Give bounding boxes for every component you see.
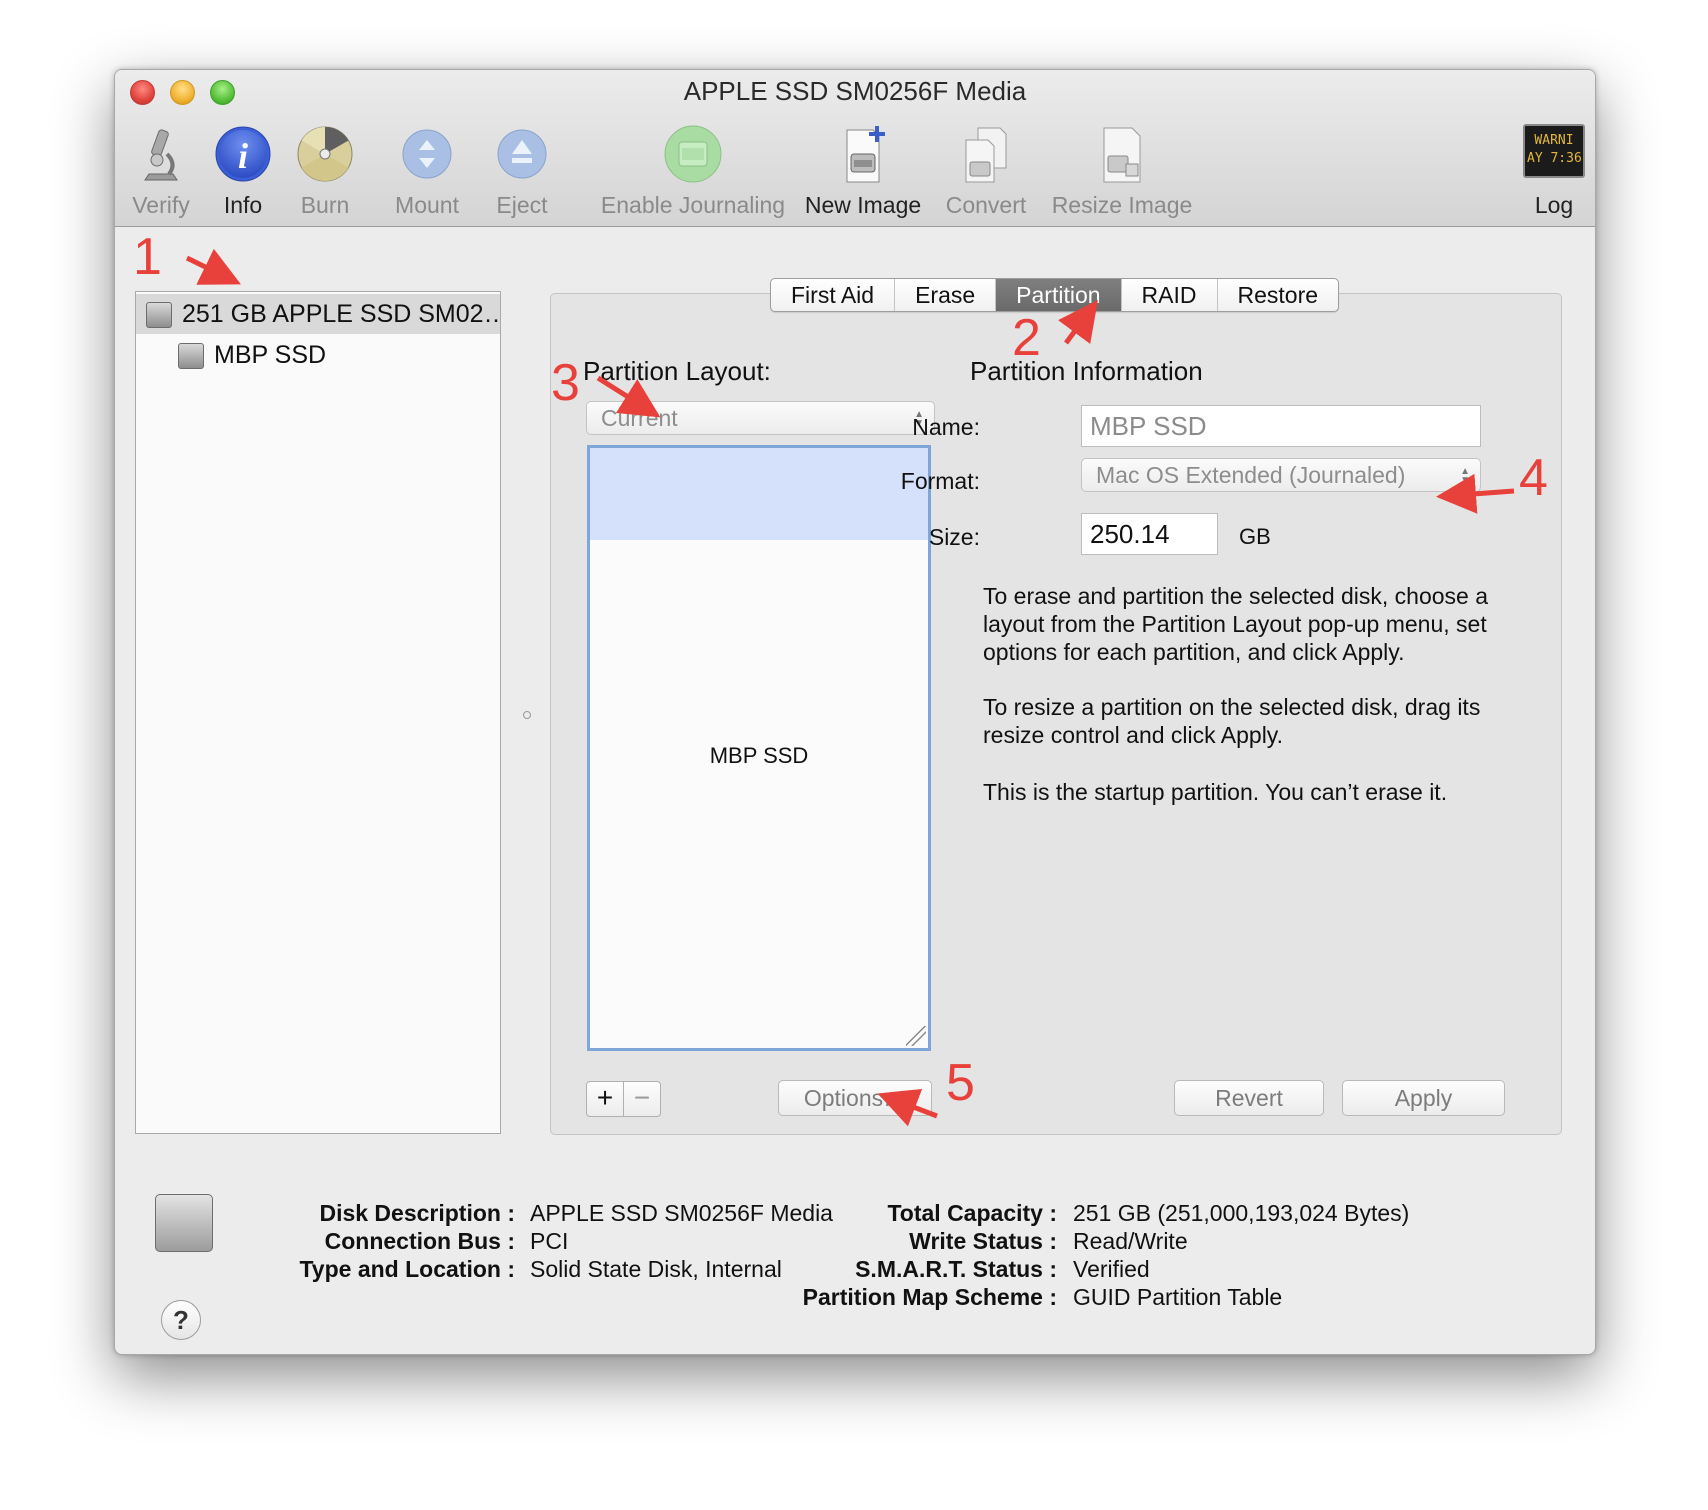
annotation-arrow-4: [1436, 473, 1515, 514]
annotation-arrow-5: [877, 1088, 938, 1127]
annotation-arrow-2: [1058, 299, 1098, 345]
annotation-arrow-1: [185, 248, 241, 285]
annotation-arrow-3: [596, 375, 661, 418]
annotation-arrows: [185, 248, 1515, 1127]
